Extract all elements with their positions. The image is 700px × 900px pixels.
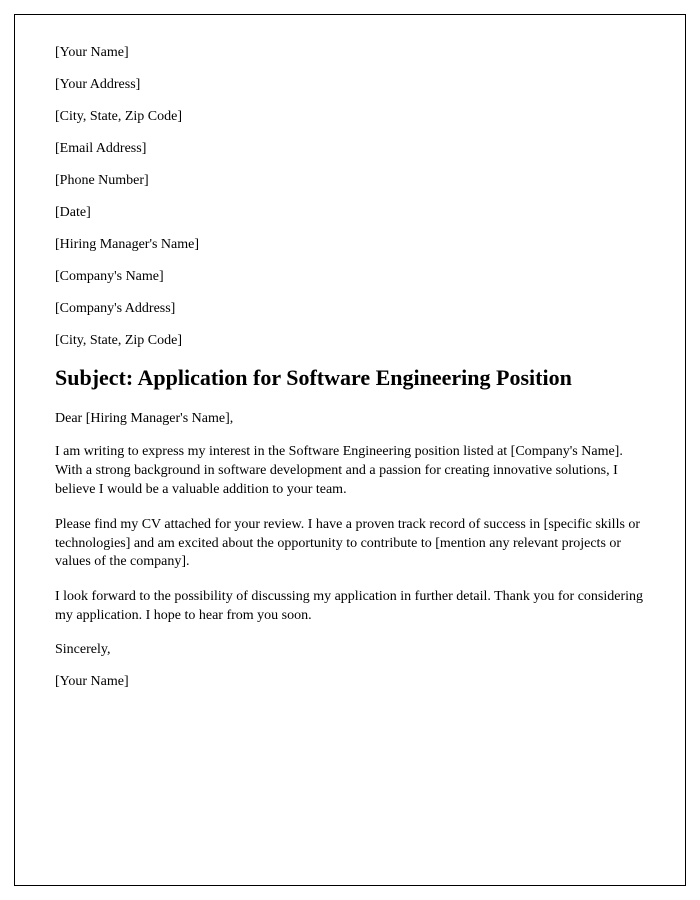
sender-email: [Email Address] [55, 141, 645, 157]
subject-line: Subject: Application for Software Engine… [55, 365, 645, 391]
body-paragraph-3: I look forward to the possibility of dis… [55, 588, 645, 626]
company-address: [Company's Address] [55, 301, 645, 317]
sender-phone: [Phone Number] [55, 173, 645, 189]
letter-date: [Date] [55, 205, 645, 221]
sender-address: [Your Address] [55, 77, 645, 93]
closing: Sincerely, [55, 642, 645, 658]
company-city-state-zip: [City, State, Zip Code] [55, 333, 645, 349]
company-name: [Company's Name] [55, 269, 645, 285]
salutation: Dear [Hiring Manager's Name], [55, 411, 645, 427]
recipient-name: [Hiring Manager's Name] [55, 237, 645, 253]
sender-name: [Your Name] [55, 45, 645, 61]
signature-name: [Your Name] [55, 674, 645, 690]
body-paragraph-2: Please find my CV attached for your revi… [55, 516, 645, 573]
sender-city-state-zip: [City, State, Zip Code] [55, 109, 645, 125]
body-paragraph-1: I am writing to express my interest in t… [55, 443, 645, 500]
document-page: [Your Name] [Your Address] [City, State,… [14, 14, 686, 886]
